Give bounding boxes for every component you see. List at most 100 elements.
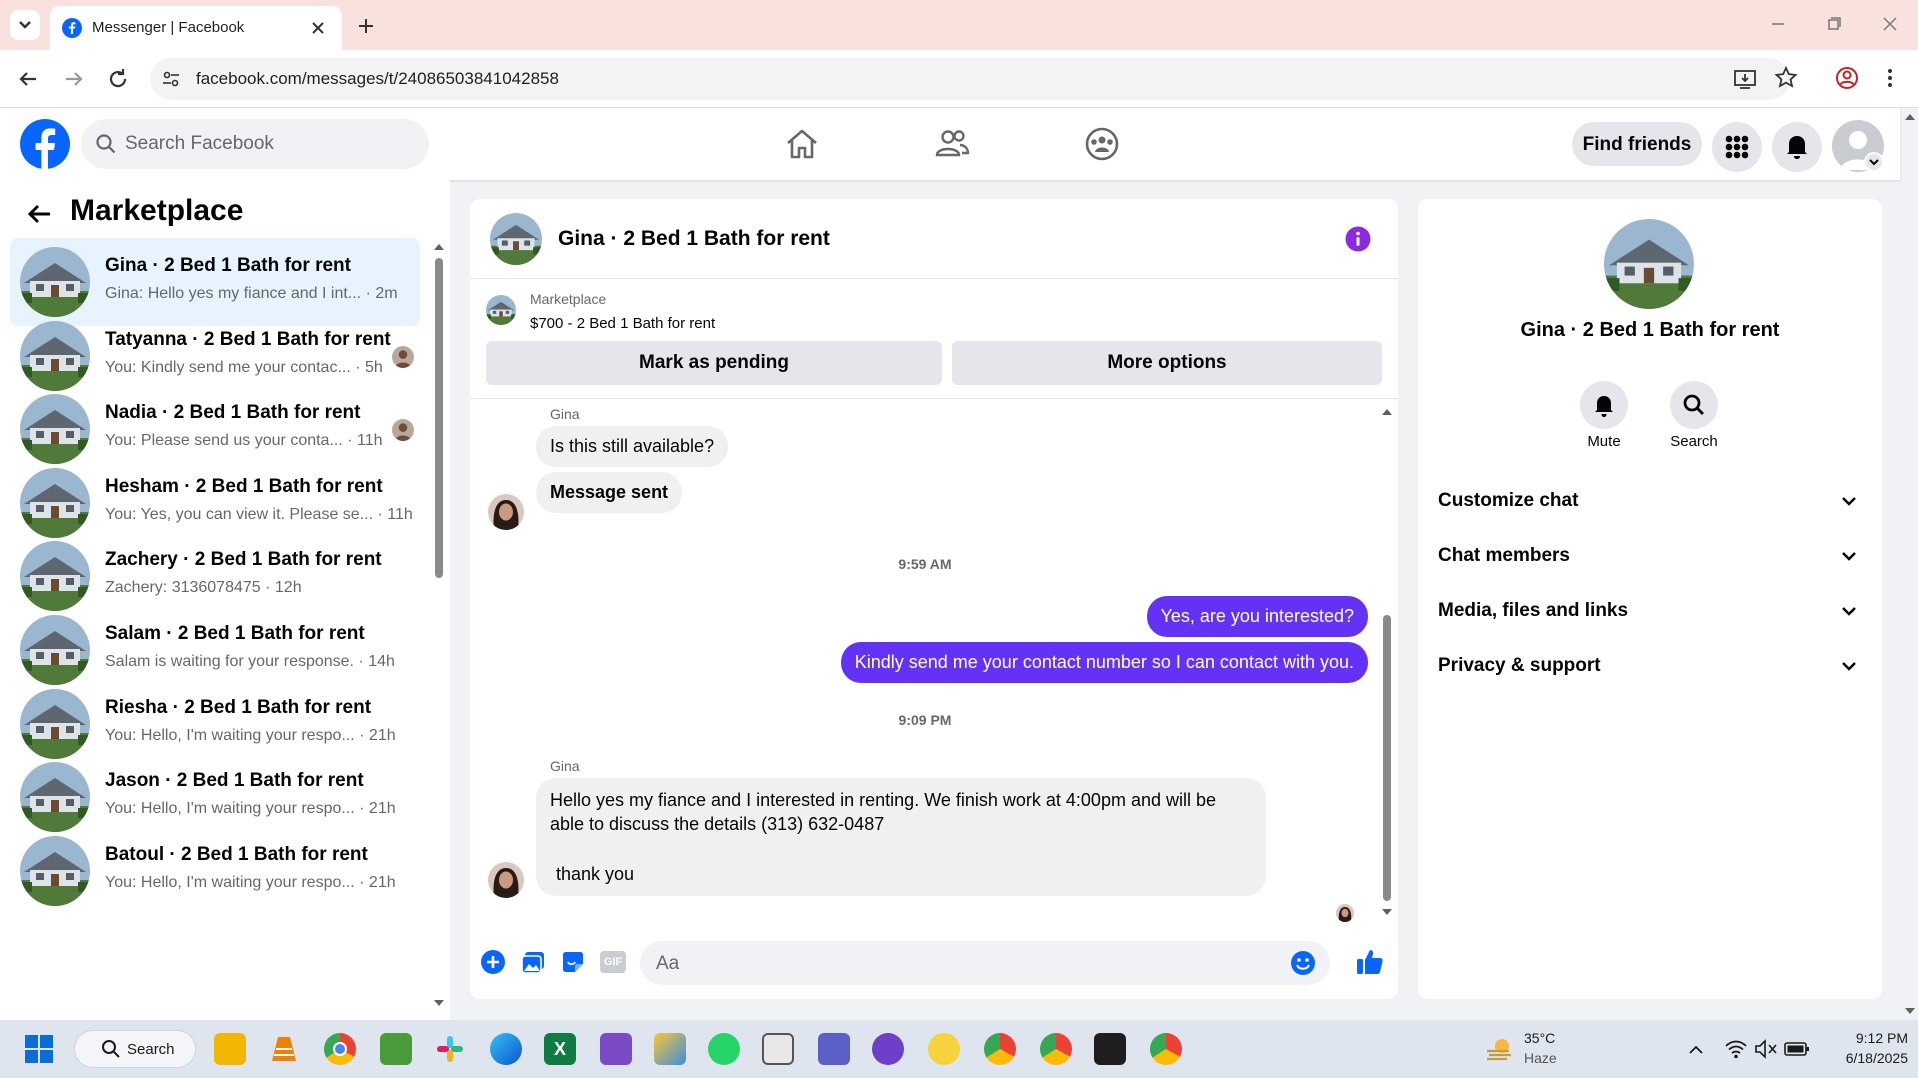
sticker-button[interactable] bbox=[560, 949, 586, 975]
gif-button[interactable]: GIF bbox=[600, 951, 626, 973]
emoji-button[interactable] bbox=[1290, 950, 1316, 976]
conversation-preview-text: You: Kindly send me your contac... bbox=[105, 358, 351, 376]
profile-button[interactable] bbox=[1833, 64, 1861, 92]
visual-studio-icon[interactable] bbox=[600, 1033, 632, 1065]
conversation-name: Tatyanna · 2 Bed 1 Bath for rent bbox=[105, 328, 391, 350]
back-button[interactable] bbox=[14, 65, 42, 93]
install-app-icon[interactable] bbox=[1732, 66, 1758, 92]
clock-time[interactable]: 9:12 PM bbox=[1816, 1030, 1908, 1046]
message-bubble[interactable]: Message sent bbox=[536, 472, 683, 513]
tab-search-button[interactable] bbox=[10, 10, 40, 40]
app-icon[interactable] bbox=[928, 1033, 960, 1065]
attach-photo-button[interactable] bbox=[520, 949, 546, 975]
listing-banner: Marketplace $700 - 2 Bed 1 Bath for rent… bbox=[470, 279, 1398, 399]
whatsapp-icon[interactable] bbox=[708, 1033, 740, 1065]
clock-date[interactable]: 6/18/2025 bbox=[1816, 1050, 1908, 1066]
message-input[interactable]: Aa bbox=[640, 941, 1330, 985]
conversation-preview-text: You: Hello, I'm waiting your respo... bbox=[105, 800, 355, 818]
like-button[interactable] bbox=[1355, 947, 1385, 977]
site-info-icon[interactable] bbox=[160, 68, 182, 90]
conversation-avatar bbox=[20, 541, 90, 612]
mute-button[interactable] bbox=[1580, 381, 1628, 429]
tab-title: Messenger | Facebook bbox=[92, 19, 245, 36]
listing-title[interactable]: $700 - 2 Bed 1 Bath for rent bbox=[530, 315, 715, 332]
app-icon[interactable] bbox=[654, 1033, 686, 1065]
privacy-support-section[interactable]: Privacy & support bbox=[1438, 645, 1868, 685]
details-avatar[interactable] bbox=[1604, 219, 1694, 309]
show-hidden-icons-button[interactable] bbox=[1686, 1040, 1706, 1060]
url-text[interactable]: facebook.com/messages/t/2408650384104285… bbox=[196, 69, 559, 89]
bookmark-star-icon[interactable] bbox=[1772, 64, 1800, 92]
browser-menu-button[interactable] bbox=[1880, 64, 1900, 92]
sender-avatar[interactable] bbox=[488, 494, 524, 530]
account-dropdown-button[interactable] bbox=[1864, 152, 1884, 172]
window-restore-button[interactable] bbox=[1822, 12, 1846, 36]
snipping-tool-icon[interactable] bbox=[762, 1033, 794, 1065]
conversation-preview: You: Hello, I'm waiting your respo... · … bbox=[105, 874, 396, 892]
mark-as-pending-button[interactable]: Mark as pending bbox=[486, 341, 942, 385]
more-options-button[interactable]: More options bbox=[952, 341, 1382, 385]
search-placeholder: Search Facebook bbox=[125, 133, 274, 154]
message-bubble-outgoing[interactable]: Yes, are you interested? bbox=[1146, 596, 1368, 637]
search-in-conversation-button[interactable] bbox=[1670, 381, 1718, 429]
file-explorer-icon[interactable] bbox=[214, 1033, 246, 1065]
back-arrow-button[interactable] bbox=[26, 200, 54, 228]
forward-button[interactable] bbox=[60, 65, 88, 93]
more-actions-button[interactable] bbox=[480, 949, 506, 975]
info-icon bbox=[1345, 226, 1371, 252]
tab-close-button[interactable] bbox=[306, 16, 330, 40]
sidebar-scrollbar[interactable] bbox=[432, 240, 446, 1010]
chrome-icon[interactable] bbox=[324, 1033, 356, 1065]
sidebar-scroll-thumb[interactable] bbox=[435, 258, 443, 578]
find-friends-button[interactable]: Find friends bbox=[1572, 122, 1702, 166]
window-close-button[interactable] bbox=[1878, 12, 1902, 36]
message-bubble[interactable]: Hello yes my fiance and I interested in … bbox=[536, 778, 1266, 896]
window-minimize-button[interactable] bbox=[1766, 12, 1790, 36]
new-tab-button[interactable] bbox=[352, 12, 380, 40]
app-icon[interactable] bbox=[380, 1033, 412, 1065]
volume-muted-icon[interactable] bbox=[1754, 1038, 1778, 1060]
thread-scroll-thumb[interactable] bbox=[1383, 615, 1391, 901]
address-bar[interactable]: facebook.com/messages/t/2408650384104285… bbox=[150, 58, 1790, 100]
teams-icon[interactable] bbox=[818, 1033, 850, 1065]
github-icon[interactable] bbox=[872, 1033, 904, 1065]
chrome-profile-icon[interactable] bbox=[1040, 1033, 1072, 1065]
chat-avatar[interactable] bbox=[490, 213, 542, 265]
thread-scrollbar[interactable] bbox=[1380, 405, 1394, 919]
notifications-button[interactable] bbox=[1772, 122, 1822, 172]
conversation-preview: You: Hello, I'm waiting your respo... · … bbox=[105, 727, 396, 745]
media-files-links-section[interactable]: Media, files and links bbox=[1438, 590, 1868, 630]
conversation-info-button[interactable] bbox=[1344, 225, 1372, 253]
taskbar-search[interactable]: Search bbox=[74, 1030, 196, 1068]
nav-home-button[interactable] bbox=[782, 124, 822, 164]
vlc-icon[interactable] bbox=[268, 1033, 300, 1065]
nav-groups-button[interactable] bbox=[1082, 124, 1122, 164]
start-button[interactable] bbox=[24, 1034, 54, 1064]
search-facebook-input[interactable]: Search Facebook bbox=[81, 119, 429, 169]
chat-title[interactable]: Gina · 2 Bed 1 Bath for rent bbox=[558, 227, 830, 251]
nav-friends-button[interactable] bbox=[932, 124, 972, 164]
listing-thumbnail[interactable] bbox=[486, 295, 516, 325]
customize-chat-section[interactable]: Customize chat bbox=[1438, 480, 1868, 520]
chrome-profile-icon[interactable] bbox=[984, 1033, 1016, 1065]
menu-button[interactable] bbox=[1712, 122, 1762, 172]
reload-button[interactable] bbox=[104, 65, 132, 93]
message-bubble-outgoing[interactable]: Kindly send me your contact number so I … bbox=[840, 642, 1368, 683]
battery-icon[interactable] bbox=[1784, 1040, 1810, 1058]
wifi-icon[interactable] bbox=[1724, 1038, 1748, 1060]
message-bubble[interactable]: Is this still available? bbox=[536, 426, 729, 467]
facebook-logo[interactable] bbox=[19, 118, 71, 170]
excel-icon[interactable]: X bbox=[544, 1033, 576, 1065]
weather-haze-icon[interactable] bbox=[1484, 1034, 1514, 1064]
slack-icon[interactable] bbox=[434, 1033, 466, 1065]
page-scrollbar[interactable] bbox=[1902, 110, 1918, 1020]
terminal-icon[interactable] bbox=[1094, 1033, 1126, 1065]
edge-icon[interactable] bbox=[490, 1033, 522, 1065]
browser-tab[interactable]: Messenger | Facebook bbox=[50, 6, 342, 50]
conversation-item[interactable]: Batoul · 2 Bed 1 Bath for rent You: Hello… bbox=[10, 827, 420, 915]
chrome-profile-icon[interactable] bbox=[1150, 1033, 1182, 1065]
sender-avatar[interactable] bbox=[488, 862, 524, 898]
scroll-down-icon bbox=[1382, 909, 1392, 915]
conversation-name: Zachery · 2 Bed 1 Bath for rent bbox=[105, 549, 382, 571]
chat-members-section[interactable]: Chat members bbox=[1438, 535, 1868, 575]
